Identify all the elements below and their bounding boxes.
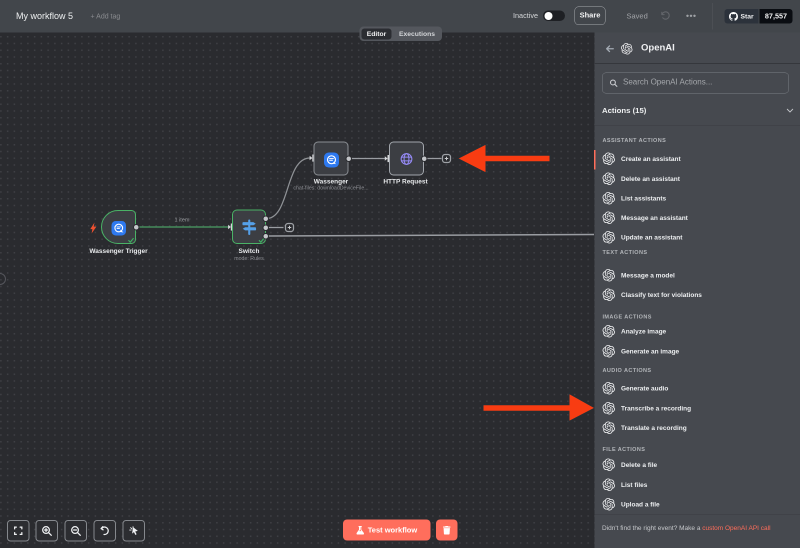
svg-text:1 item: 1 item [175, 218, 190, 224]
